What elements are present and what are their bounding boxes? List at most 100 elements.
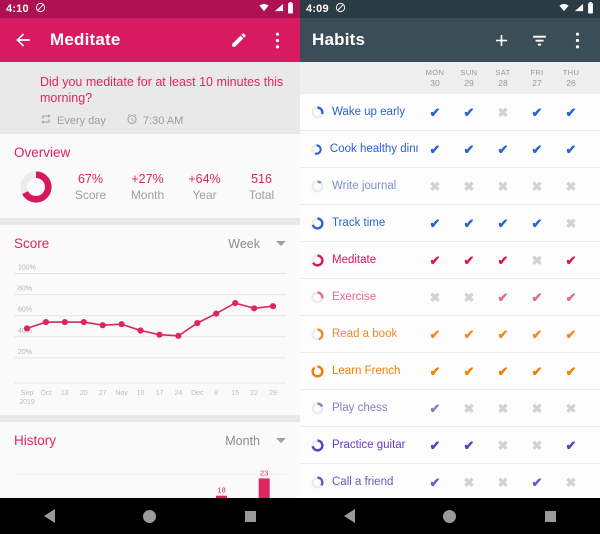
check-icon[interactable]: ✔	[554, 439, 588, 452]
habit-row[interactable]: Play chess ✔ ✖ ✖ ✖ ✖	[300, 390, 600, 427]
habit-row[interactable]: Exercise ✖ ✖ ✔ ✔ ✔	[300, 279, 600, 316]
habit-name: Write journal	[332, 180, 397, 192]
check-icon[interactable]: ✔	[486, 254, 520, 267]
check-icon[interactable]: ✔	[452, 143, 486, 156]
back-arrow-icon[interactable]	[12, 29, 34, 51]
check-icon[interactable]: ✔	[520, 217, 554, 230]
nav-back-icon[interactable]	[44, 509, 56, 523]
cross-icon[interactable]: ✖	[418, 180, 452, 193]
habit-label: Practice guitar	[310, 438, 418, 453]
check-icon[interactable]: ✔	[520, 476, 554, 489]
cross-icon[interactable]: ✖	[452, 402, 486, 415]
check-icon[interactable]: ✔	[554, 143, 588, 156]
cross-icon[interactable]: ✖	[554, 476, 588, 489]
check-icon[interactable]: ✔	[418, 365, 452, 378]
habit-row[interactable]: Wake up early ✔ ✔ ✖ ✔ ✔	[300, 94, 600, 131]
check-icon[interactable]: ✔	[554, 106, 588, 119]
check-icon[interactable]: ✔	[486, 217, 520, 230]
check-icon[interactable]: ✔	[520, 143, 554, 156]
history-period-dropdown[interactable]: Month	[225, 434, 286, 448]
filter-icon[interactable]	[528, 29, 550, 51]
check-icon[interactable]: ✔	[554, 254, 588, 267]
nav-recents-icon[interactable]	[244, 510, 256, 522]
cross-icon[interactable]: ✖	[486, 402, 520, 415]
check-icon[interactable]: ✔	[486, 328, 520, 341]
cross-icon[interactable]: ✖	[520, 402, 554, 415]
cross-icon[interactable]: ✖	[520, 180, 554, 193]
check-icon[interactable]: ✔	[486, 143, 520, 156]
cross-icon[interactable]: ✖	[554, 217, 588, 230]
plus-icon[interactable]	[490, 29, 512, 51]
cross-icon[interactable]: ✖	[520, 439, 554, 452]
check-icon[interactable]: ✔	[452, 365, 486, 378]
alarm-icon	[126, 113, 138, 128]
day-number: 28	[498, 78, 508, 88]
habit-progress-ring-icon	[311, 290, 324, 304]
check-icon[interactable]: ✔	[486, 365, 520, 378]
habit-row[interactable]: Read a book ✔ ✔ ✔ ✔ ✔	[300, 316, 600, 353]
check-icon[interactable]: ✔	[452, 328, 486, 341]
check-icon[interactable]: ✔	[452, 106, 486, 119]
cross-icon[interactable]: ✖	[452, 476, 486, 489]
cross-icon[interactable]: ✖	[486, 476, 520, 489]
habit-progress-ring-icon	[311, 401, 324, 415]
check-icon[interactable]: ✔	[520, 328, 554, 341]
score-period-dropdown[interactable]: Week	[228, 237, 286, 251]
nav-back-icon[interactable]	[344, 509, 356, 523]
cross-icon[interactable]: ✖	[520, 254, 554, 267]
check-icon[interactable]: ✔	[452, 217, 486, 230]
habit-progress-ring-icon	[311, 438, 324, 452]
nav-home-icon[interactable]	[143, 509, 157, 523]
habit-row[interactable]: Practice guitar ✔ ✔ ✖ ✖ ✔	[300, 427, 600, 464]
more-vert-icon[interactable]	[566, 29, 588, 51]
nav-recents-icon[interactable]	[544, 510, 556, 522]
svg-text:10: 10	[137, 390, 145, 397]
cross-icon[interactable]: ✖	[554, 180, 588, 193]
cross-icon[interactable]: ✖	[486, 439, 520, 452]
cross-icon[interactable]: ✖	[452, 180, 486, 193]
cross-icon[interactable]: ✖	[554, 402, 588, 415]
cross-icon[interactable]: ✖	[418, 291, 452, 304]
habit-row[interactable]: Cook healthy dinner✔✔✔✔✔	[300, 131, 600, 168]
check-icon[interactable]: ✔	[418, 143, 452, 156]
check-icon[interactable]: ✔	[418, 476, 452, 489]
cross-icon[interactable]: ✖	[486, 180, 520, 193]
check-icon[interactable]: ✔	[554, 365, 588, 378]
svg-text:27: 27	[99, 390, 107, 397]
check-icon[interactable]: ✔	[520, 291, 554, 304]
check-icon[interactable]: ✔	[418, 402, 452, 415]
habit-name: Wake up early	[332, 106, 406, 118]
nav-home-icon[interactable]	[443, 509, 457, 523]
history-period-label: Month	[225, 433, 260, 448]
score-period-label: Week	[228, 236, 260, 251]
habit-row[interactable]: Track time ✔ ✔ ✔ ✔ ✖	[300, 205, 600, 242]
check-icon[interactable]: ✔	[520, 106, 554, 119]
habit-row[interactable]: Call a friend ✔ ✖ ✖ ✔ ✖	[300, 464, 600, 501]
svg-text:17: 17	[156, 390, 164, 397]
habit-name: Cook healthy dinner	[329, 143, 418, 155]
question-meta: Every day 7:30 AM	[40, 113, 286, 128]
score-chart: 100% 80% 60% 40% 20% Sep 2019 Oct 13 20 27 Nov 10 17 2…	[0, 257, 300, 415]
pencil-icon[interactable]	[228, 29, 250, 51]
check-icon[interactable]: ✔	[554, 291, 588, 304]
check-icon[interactable]: ✔	[554, 328, 588, 341]
habit-row[interactable]: Meditate ✔ ✔ ✔ ✖ ✔	[300, 242, 600, 279]
check-icon[interactable]: ✔	[418, 106, 452, 119]
check-icon[interactable]: ✔	[418, 439, 452, 452]
habit-row[interactable]: Learn French ✔ ✔ ✔ ✔ ✔	[300, 353, 600, 390]
right-phone-pane: 4:09 Habits MON 30 SUN 29 SAT 28 FRI 27 …	[300, 0, 600, 534]
habit-row[interactable]: Write journal ✖ ✖ ✖ ✖ ✖	[300, 168, 600, 205]
check-icon[interactable]: ✔	[452, 439, 486, 452]
check-icon[interactable]: ✔	[418, 217, 452, 230]
check-icon[interactable]: ✔	[520, 365, 554, 378]
more-vert-icon[interactable]	[266, 29, 288, 51]
check-icon[interactable]: ✔	[452, 254, 486, 267]
cross-icon[interactable]: ✖	[486, 106, 520, 119]
day-name: FRI	[530, 68, 544, 77]
check-icon[interactable]: ✔	[418, 328, 452, 341]
svg-text:2019: 2019	[19, 399, 35, 406]
svg-text:Dec: Dec	[191, 390, 204, 397]
check-icon[interactable]: ✔	[486, 291, 520, 304]
cross-icon[interactable]: ✖	[452, 291, 486, 304]
check-icon[interactable]: ✔	[418, 254, 452, 267]
